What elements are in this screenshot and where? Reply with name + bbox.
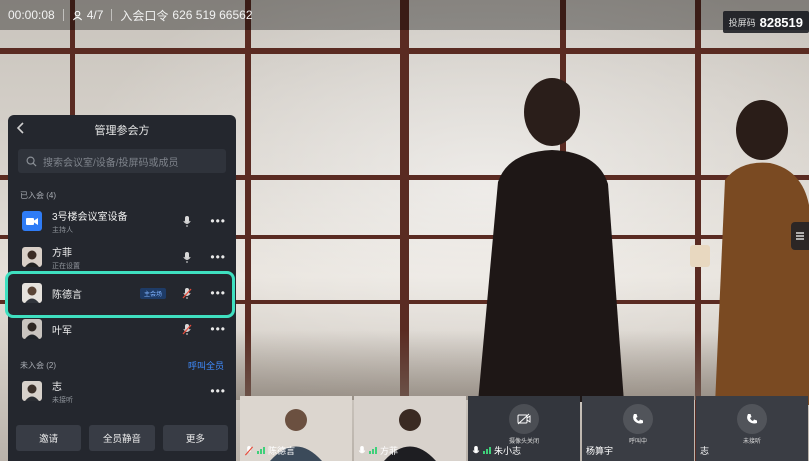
signal-icon	[257, 447, 265, 454]
participant-row[interactable]: 志 未接听 •••	[8, 373, 236, 409]
meeting-code-label: 入会口令	[120, 8, 169, 23]
video-thumbnail[interactable]: 方菲	[354, 396, 466, 461]
thumbnail-name: 朱小志	[494, 446, 522, 456]
avatar	[22, 247, 42, 267]
calling-indicator	[623, 404, 653, 434]
search-placeholder: 搜索会议室/设备/投屏码或成员	[43, 157, 179, 169]
thumbnail-label: 方菲	[358, 444, 398, 457]
person-silhouette	[690, 100, 809, 405]
avatar	[22, 319, 42, 339]
panel-title: 管理参会方	[94, 125, 150, 137]
not-joined-section-header: 未入会 (2) 呼叫全员	[8, 357, 236, 373]
main-venue-badge: 主会场	[139, 287, 166, 299]
person-silhouette	[478, 78, 624, 402]
joined-section-label: 已入会 (4)	[20, 190, 56, 200]
mic-toggle[interactable]	[180, 215, 194, 227]
more-options-button[interactable]: •••	[202, 250, 226, 264]
meeting-status-bar: 00:00:08 4/7 入会口令 626 519 66562	[0, 0, 809, 30]
video-thumbnail[interactable]: 未接听 志	[696, 396, 808, 461]
avatar	[22, 283, 42, 303]
meeting-code-value: 626 519 66562	[172, 8, 253, 22]
video-thumbnail[interactable]: 摄像头关闭 朱小志	[468, 396, 580, 461]
menu-icon	[796, 232, 804, 240]
user-photo	[25, 322, 39, 339]
joined-section-header: 已入会 (4)	[8, 187, 236, 203]
user-photo	[25, 384, 39, 401]
mute-all-button[interactable]: 全员静音	[89, 425, 155, 451]
invite-button[interactable]: 邀请	[16, 425, 82, 451]
more-button[interactable]: 更多	[162, 425, 228, 451]
user-photo	[25, 250, 39, 267]
thumbnail-status: 未接听	[742, 439, 761, 445]
participant-name: 志	[52, 381, 62, 393]
chevron-left-icon	[16, 122, 24, 134]
microphone-icon	[183, 251, 191, 263]
participant-row[interactable]: 方菲 正在设置 •••	[8, 239, 236, 275]
thumbnail-label: 志	[700, 444, 709, 457]
signal-icon	[483, 447, 491, 454]
more-options-button[interactable]: •••	[202, 384, 226, 398]
thumbnail-name: 陈德言	[268, 446, 296, 456]
avatar	[22, 381, 42, 401]
more-options-button[interactable]: •••	[202, 286, 226, 300]
participant-count: 4/7	[64, 8, 112, 22]
side-menu-toggle[interactable]	[791, 222, 809, 250]
screen-code-value: 828519	[759, 14, 803, 30]
participant-row[interactable]: 陈德言 主会场 •••	[8, 275, 236, 311]
participant-role: 主持人	[52, 226, 73, 234]
thumbnail-name: 杨算宇	[586, 446, 614, 456]
more-options-button[interactable]: •••	[202, 214, 226, 228]
thumbnail-label: 朱小志	[472, 444, 521, 457]
calling-indicator	[737, 404, 767, 434]
microphone-icon	[472, 445, 480, 453]
microphone-muted-icon	[244, 445, 254, 455]
call-all-button[interactable]: 呼叫全员	[188, 359, 224, 372]
mic-toggle[interactable]	[180, 323, 194, 335]
thumbnail-name: 志	[700, 446, 710, 456]
not-joined-section-label: 未入会 (2)	[20, 360, 56, 370]
microphone-icon	[358, 445, 366, 453]
microphone-muted-icon	[182, 287, 192, 299]
person-icon	[72, 10, 82, 20]
video-thumbnail[interactable]: 陈德言	[240, 396, 352, 461]
video-thumbnail[interactable]: 呼叫中 杨算宇	[582, 396, 694, 461]
avatar	[22, 211, 42, 231]
camera-off-icon	[517, 413, 531, 425]
mic-toggle[interactable]	[180, 251, 194, 263]
participant-status: 未接听	[52, 396, 73, 404]
video-camera-icon	[26, 217, 38, 225]
signal-icon	[369, 447, 377, 454]
participant-search-input[interactable]: 搜索会议室/设备/投屏码或成员	[18, 149, 226, 173]
meeting-duration: 00:00:08	[8, 8, 55, 22]
participant-name: 方菲	[52, 247, 72, 259]
participant-name: 陈德言	[52, 289, 82, 301]
participant-name: 叶军	[52, 325, 72, 337]
more-options-button[interactable]: •••	[202, 322, 226, 336]
camera-off-indicator	[509, 404, 539, 434]
manage-participants-panel: 管理参会方 搜索会议室/设备/投屏码或成员 已入会 (4) 3号楼会议室设备 主…	[8, 115, 236, 461]
video-thumbnail-strip: 陈德言 方菲 摄像头关闭 朱小志 呼叫中 杨算宇 未接听 志	[240, 396, 809, 461]
screen-code-badge: 投屏码 828519	[722, 11, 809, 33]
microphone-icon	[183, 215, 191, 227]
phone-icon	[633, 414, 643, 424]
back-button[interactable]	[16, 121, 26, 137]
search-icon	[26, 156, 37, 167]
microphone-muted-icon	[182, 323, 192, 335]
participant-status: 正在设置	[52, 262, 80, 270]
thumbnail-label: 杨算宇	[586, 444, 613, 457]
mic-toggle[interactable]	[180, 287, 194, 299]
participant-name: 3号楼会议室设备	[52, 211, 128, 223]
thumbnail-name: 方菲	[380, 446, 399, 456]
phone-icon	[747, 414, 757, 424]
participant-row[interactable]: 3号楼会议室设备 主持人 •••	[8, 203, 236, 239]
thumbnail-label: 陈德言	[244, 444, 295, 457]
user-photo	[25, 286, 39, 303]
participant-count-value: 4/7	[86, 8, 104, 22]
participant-row[interactable]: 叶军 •••	[8, 311, 236, 347]
screen-code-label: 投屏码	[728, 17, 756, 28]
panel-actions: 邀请 全员静音 更多	[8, 415, 236, 461]
